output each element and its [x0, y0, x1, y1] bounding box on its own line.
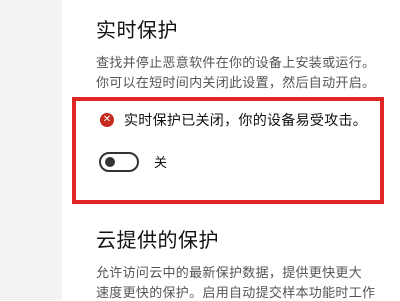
- toggle-knob: [105, 157, 115, 167]
- cloud-protection-title: 云提供的保护: [96, 228, 219, 252]
- navigation-pane: [0, 0, 62, 300]
- cloud-description-line1: 允许访问云中的最新保护数据，提供更快更大: [96, 266, 363, 281]
- error-icon: ✕: [100, 113, 114, 127]
- realtime-description-line1: 查找并停止恶意软件在你的设备上安装或运行。: [96, 56, 376, 71]
- realtime-warning-highlight: ✕ 实时保护已关闭，你的设备易受攻击。 关: [72, 97, 384, 204]
- realtime-protection-toggle[interactable]: [99, 152, 139, 172]
- cloud-description-line2: 速度更快的保护。启用自动提交样本功能时工作: [96, 286, 376, 301]
- realtime-description-line2: 你可以在短时间内关闭此设置，然后自动开启。: [96, 76, 376, 91]
- realtime-warning-text: 实时保护已关闭，你的设备易受攻击。: [124, 113, 368, 129]
- realtime-protection-title: 实时保护: [96, 18, 178, 42]
- toggle-state-label: 关: [154, 156, 168, 171]
- settings-content: 实时保护 查找并停止恶意软件在你的设备上安装或运行。 你可以在短时间内关闭此设置…: [62, 0, 400, 301]
